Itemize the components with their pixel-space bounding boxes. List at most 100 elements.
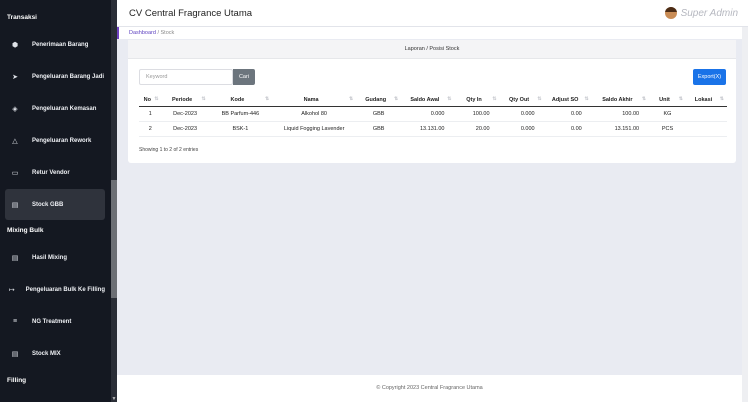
sort-icon[interactable]: ⇅ — [447, 96, 451, 102]
sidebar-item-label: Stock GBB — [32, 201, 64, 208]
sidebar-item-pengeluaran-bulk-ke-filling[interactable]: ↦ Pengeluaran Bulk Ke Filling — [5, 274, 105, 305]
sort-icon[interactable]: ⇅ — [154, 96, 158, 102]
sidebar-item-label: Pengeluaran Rework — [32, 137, 92, 144]
sort-icon[interactable]: ⇅ — [679, 96, 683, 102]
sidebar-item-label: Pengeluaran Barang Jadi — [32, 73, 105, 80]
sort-icon[interactable]: ⇅ — [720, 96, 724, 102]
sidebar-item-label: Pengeluaran Kemasan — [32, 105, 97, 112]
sidebar-item-label: Stock MIX — [32, 350, 61, 357]
column-header[interactable]: Saldo Awal ⇅ — [401, 94, 455, 107]
cell-periode: Dec-2023 — [161, 121, 209, 137]
app-title: CV Central Fragrance Utama — [129, 8, 253, 19]
user-menu[interactable]: Super Admin — [664, 7, 738, 19]
sidebar-item-stock-mix[interactable]: ▤ Stock MIX — [5, 338, 105, 369]
main-scrollbar[interactable] — [742, 27, 748, 402]
box-icon: ⬢ — [11, 41, 19, 49]
sort-icon[interactable]: ⇅ — [201, 96, 205, 102]
column-header[interactable]: Gudang ⇅ — [356, 94, 402, 107]
table-row: 2 Dec-2023 BSK-1 Liquid Fogging Lavender… — [139, 121, 727, 137]
sidebar-item-pengeluaran-rework[interactable]: △ Pengeluaran Rework — [5, 125, 105, 156]
cell-adjust-so: 0.00 — [544, 106, 592, 122]
treatment-icon: ≡ — [12, 318, 18, 325]
topbar: CV Central Fragrance Utama Super Admin — [117, 0, 748, 27]
cell-no: 1 — [139, 106, 162, 122]
column-header[interactable]: Adjust SO ⇅ — [544, 94, 592, 107]
column-header[interactable]: Lokasi ⇅ — [685, 94, 727, 107]
cell-kode: BSK-1 — [208, 121, 273, 137]
cell-adjust-so: 0.00 — [544, 121, 592, 137]
cell-kode: BB Parfum-446 — [208, 106, 273, 122]
sidebar-section-filling: Filling — [7, 377, 27, 384]
cell-qty-in: 100.00 — [454, 106, 500, 122]
clipboard-icon: ▤ — [11, 350, 19, 358]
sort-icon[interactable]: ⇅ — [585, 96, 589, 102]
avatar — [664, 7, 677, 19]
export-button[interactable]: Export(X) — [693, 69, 726, 85]
sidebar-item-penerimaan-barang[interactable]: ⬢ Penerimaan Barang — [5, 29, 105, 60]
sort-icon[interactable]: ⇅ — [349, 96, 353, 102]
sidebar-item-stock-gbb[interactable]: ▤ Stock GBB — [5, 189, 105, 220]
cell-nama: Liquid Fogging Lavender — [272, 121, 357, 137]
send-icon: ➤ — [12, 73, 18, 81]
transfer-icon: ↦ — [8, 286, 15, 294]
cell-unit: KG — [649, 106, 686, 122]
column-header[interactable]: Unit ⇅ — [649, 94, 686, 107]
sidebar-item-label: Hasil Mixing — [32, 254, 68, 261]
sidebar-item-ng-treatment[interactable]: ≡ NG Treatment — [5, 306, 105, 337]
sidebar-section-mixing-bulk: Mixing Bulk — [7, 227, 44, 234]
sidebar: Transaksi ⬢ Penerimaan Barang ➤ Pengelua… — [0, 0, 117, 402]
cell-gudang: GBB — [356, 121, 402, 137]
cell-nama: Alkohol 80 — [272, 106, 357, 122]
table-info: Showing 1 to 2 of 2 entries — [139, 147, 199, 153]
clipboard-icon: ▤ — [11, 201, 19, 209]
stock-card: Laporan / Posisi Stock Keyword Cari Expo… — [128, 40, 736, 163]
card-title: Laporan / Posisi Stock — [128, 40, 736, 59]
sidebar-item-label: NG Treatment — [32, 318, 72, 325]
column-header[interactable]: Periode ⇅ — [161, 94, 209, 107]
column-header[interactable]: Nama ⇅ — [272, 94, 357, 107]
sort-icon[interactable]: ⇅ — [492, 96, 496, 102]
breadcrumb-home-link[interactable]: Dashboard — [129, 30, 156, 36]
cell-lokasi — [685, 121, 727, 137]
cell-qty-out: 0.000 — [499, 121, 545, 137]
cell-periode: Dec-2023 — [161, 106, 209, 122]
sidebar-item-label: Pengeluaran Bulk Ke Filling — [25, 286, 105, 293]
sidebar-scrollbar-thumb[interactable] — [111, 180, 117, 298]
sidebar-item-retur-vendor[interactable]: ▭ Retur Vendor — [5, 157, 105, 188]
cell-lokasi — [685, 106, 727, 122]
cell-no: 2 — [139, 121, 162, 137]
recycle-icon: △ — [12, 137, 18, 145]
cell-saldo-akhir: 13.151.00 — [591, 121, 650, 137]
cube-icon: ◈ — [12, 105, 18, 113]
sort-icon[interactable]: ⇅ — [394, 96, 398, 102]
column-header[interactable]: Qty In ⇅ — [454, 94, 500, 107]
sidebar-item-label: Retur Vendor — [32, 169, 70, 176]
cell-unit: PCS — [649, 121, 686, 137]
search-button[interactable]: Cari — [233, 69, 255, 85]
stock-table: No ⇅ Periode ⇅ Kode ⇅ Nama ⇅ Gudang ⇅ Saldo A… — [139, 94, 727, 137]
sort-icon[interactable]: ⇅ — [642, 96, 646, 102]
breadcrumb: Dashboard / Stock — [117, 27, 748, 39]
sidebar-item-hasil-mixing[interactable]: ▤ Hasil Mixing — [5, 242, 105, 273]
cell-saldo-awal: 0.000 — [401, 106, 455, 122]
column-header[interactable]: Qty Out ⇅ — [499, 94, 545, 107]
column-header[interactable]: Saldo Akhir ⇅ — [591, 94, 650, 107]
search-input[interactable]: Keyword — [139, 69, 233, 85]
sidebar-item-label: Penerimaan Barang — [32, 41, 89, 48]
table-row: 1 Dec-2023 BB Parfum-446 Alkohol 80 GBB … — [139, 106, 727, 122]
breadcrumb-current: Stock — [160, 30, 175, 36]
footer-copyright: © Copyright 2023 Central Fragrance Utama — [117, 375, 742, 402]
cell-qty-in: 20.00 — [454, 121, 500, 137]
return-icon: ▭ — [11, 169, 19, 177]
cell-saldo-akhir: 100.00 — [591, 106, 650, 122]
table-header-row: No ⇅ Periode ⇅ Kode ⇅ Nama ⇅ Gudang ⇅ Saldo A… — [139, 94, 727, 107]
cell-saldo-awal: 13.131.00 — [401, 121, 455, 137]
cell-qty-out: 0.000 — [499, 106, 545, 122]
sidebar-item-pengeluaran-barang-jadi[interactable]: ➤ Pengeluaran Barang Jadi — [5, 61, 105, 92]
sort-icon[interactable]: ⇅ — [537, 96, 541, 102]
sort-icon[interactable]: ⇅ — [265, 96, 269, 102]
sidebar-item-pengeluaran-kemasan[interactable]: ◈ Pengeluaran Kemasan — [5, 93, 105, 124]
column-header[interactable]: No ⇅ — [139, 94, 162, 107]
column-header[interactable]: Kode ⇅ — [208, 94, 273, 107]
user-name: Super Admin — [680, 7, 738, 19]
